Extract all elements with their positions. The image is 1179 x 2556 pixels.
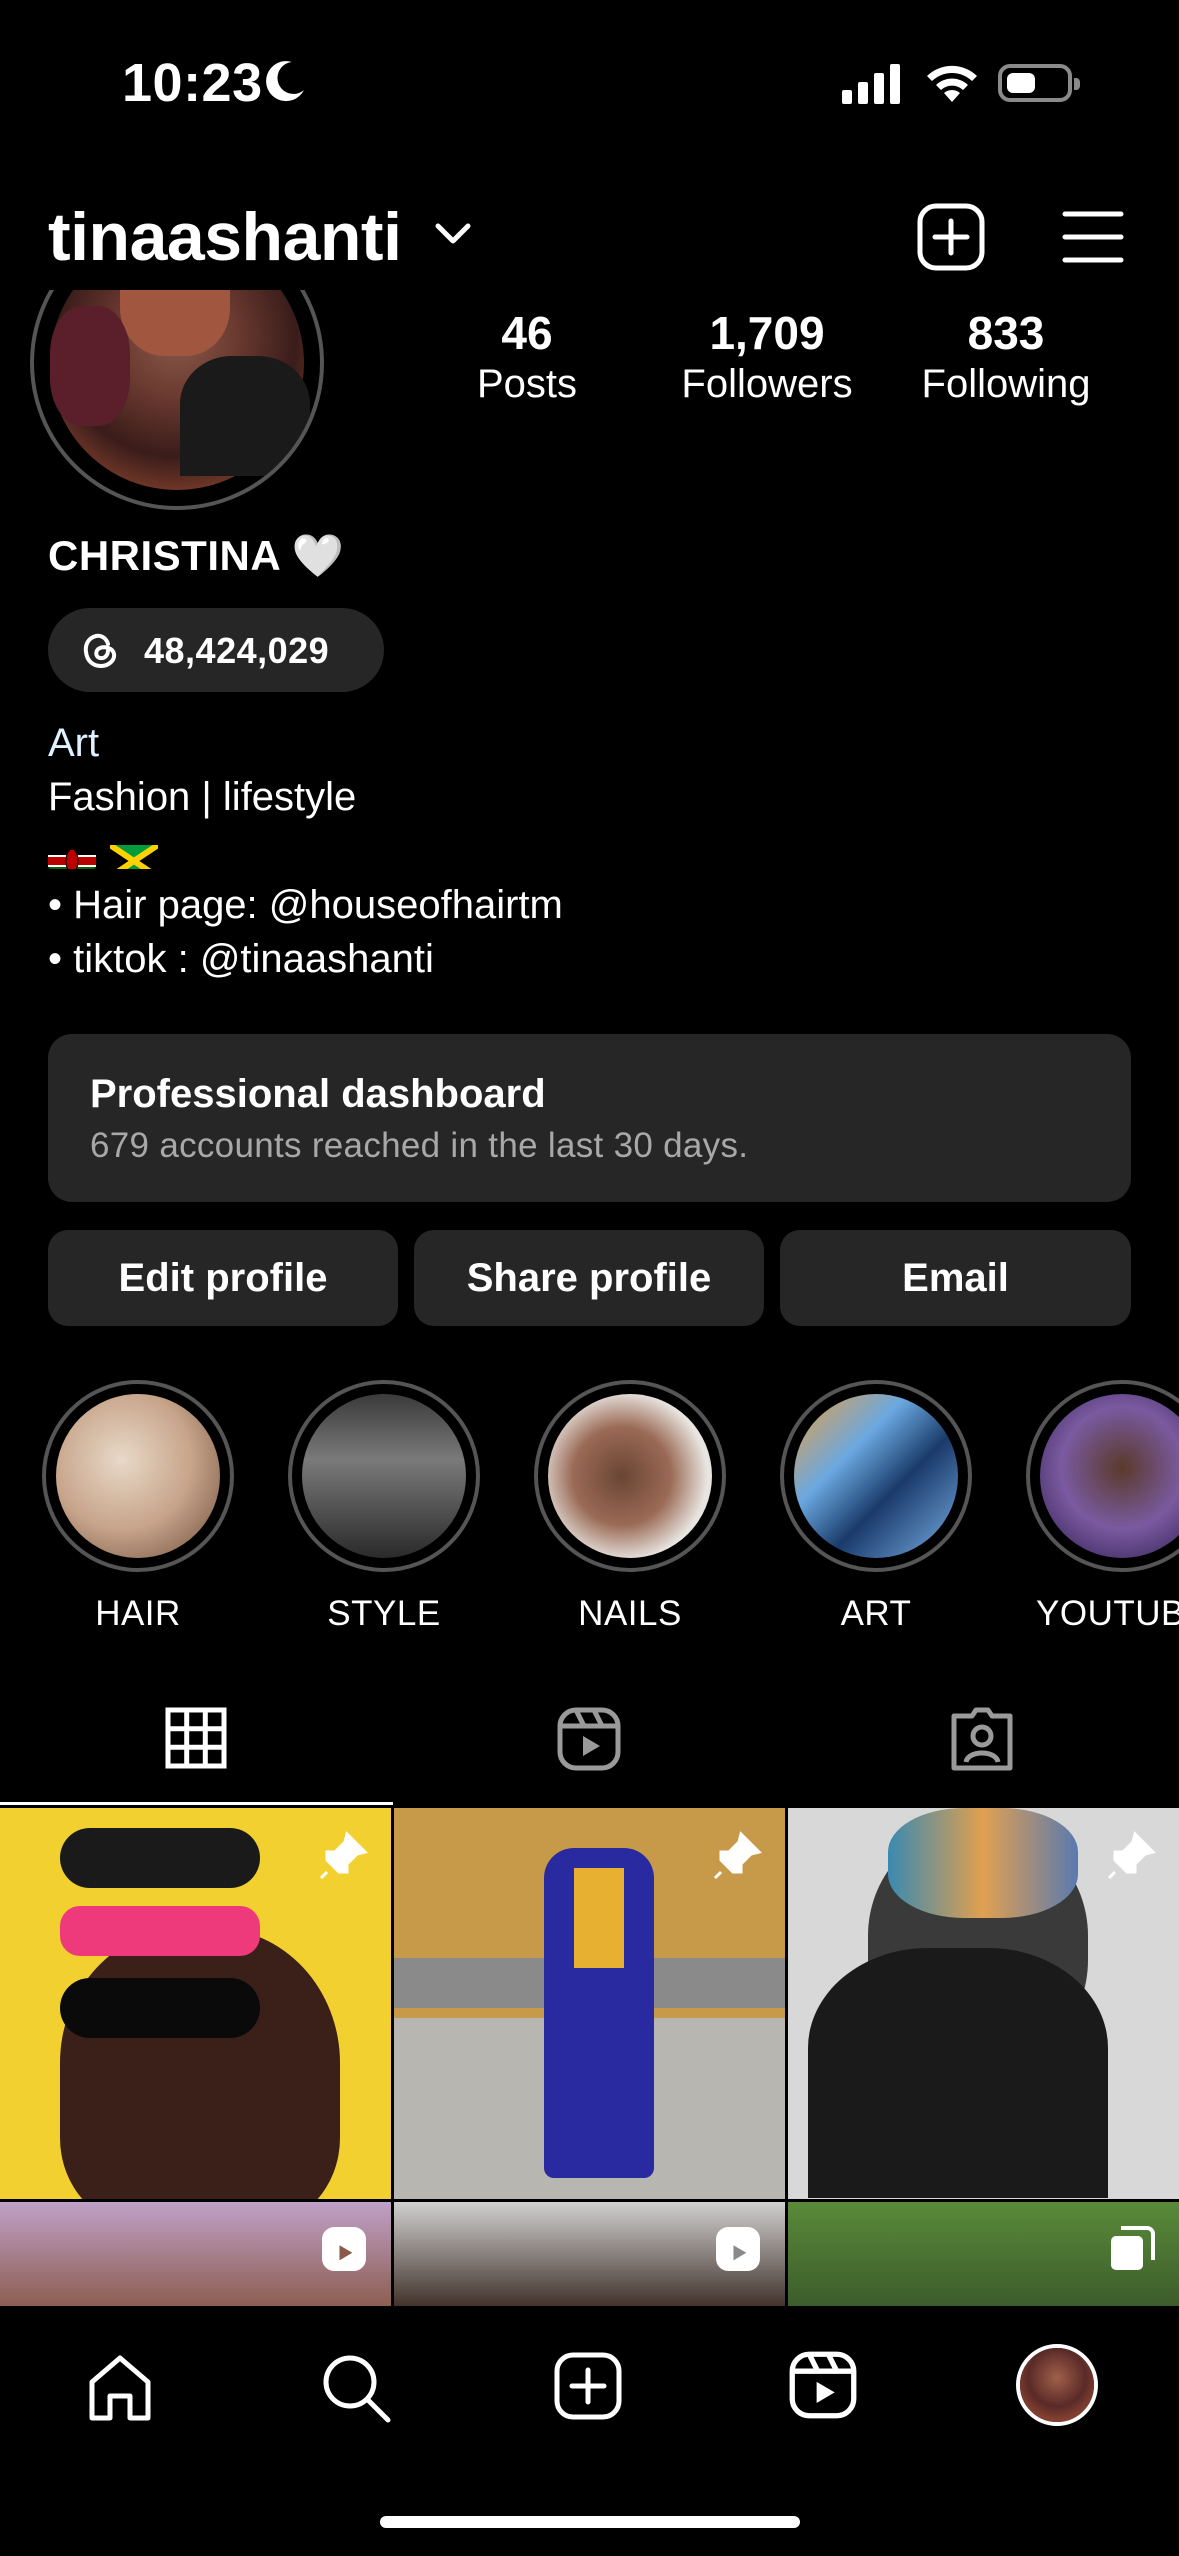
tagged-icon[interactable] bbox=[948, 1706, 1016, 1772]
reels-nav-icon[interactable] bbox=[788, 2350, 858, 2420]
email-button[interactable]: Email bbox=[780, 1230, 1131, 1326]
pin-icon bbox=[319, 1831, 368, 1880]
dashboard-title: Professional dashboard bbox=[90, 1072, 546, 1116]
grid-post[interactable] bbox=[394, 1808, 785, 2199]
followers-stat[interactable]: 1,709 Followers bbox=[664, 306, 870, 407]
cellular-signal-icon bbox=[842, 64, 900, 104]
grid-post[interactable] bbox=[0, 1808, 391, 2199]
profile-avatar[interactable] bbox=[30, 290, 324, 510]
bio-line: Fashion | lifestyle bbox=[48, 775, 357, 819]
profile-tab-avatar[interactable] bbox=[1016, 2344, 1098, 2426]
grid-post[interactable] bbox=[0, 2202, 391, 2312]
pin-icon bbox=[1107, 1831, 1156, 1880]
posts-stat[interactable]: 46 Posts bbox=[466, 306, 588, 407]
carousel-icon bbox=[1111, 2226, 1155, 2270]
highlight-label: ART bbox=[840, 1594, 912, 1633]
highlight-style[interactable]: STYLE bbox=[288, 1380, 480, 1634]
moon-icon bbox=[266, 61, 304, 102]
followers-count: 1,709 bbox=[709, 307, 825, 359]
highlight-label: HAIR bbox=[95, 1594, 181, 1633]
highlight-art[interactable]: ART bbox=[780, 1380, 972, 1634]
posts-label: Posts bbox=[476, 362, 578, 406]
reel-icon bbox=[322, 2227, 366, 2271]
following-label: Following bbox=[921, 362, 1091, 406]
hamburger-menu-icon[interactable] bbox=[1062, 210, 1124, 264]
home-indicator[interactable] bbox=[380, 2516, 800, 2528]
bio: Art Fashion | lifestyle • Hair page: @ho… bbox=[48, 716, 563, 986]
reel-icon bbox=[716, 2227, 760, 2271]
dashboard-subtitle: 679 accounts reached in the last 30 days… bbox=[90, 1126, 749, 1165]
following-stat[interactable]: 833 Following bbox=[904, 306, 1108, 407]
username-switcher[interactable]: tinaashanti bbox=[48, 198, 402, 276]
jamaica-flag-icon bbox=[110, 837, 158, 870]
battery-icon bbox=[998, 64, 1080, 102]
highlight-label: NAILS bbox=[578, 1594, 682, 1633]
active-tab-indicator bbox=[0, 1802, 393, 1805]
search-icon[interactable] bbox=[320, 2352, 392, 2424]
posts-count: 46 bbox=[501, 307, 553, 359]
grid-post[interactable] bbox=[788, 2202, 1179, 2312]
create-icon[interactable] bbox=[552, 2350, 624, 2422]
profile-name: CHRISTINA 🤍 bbox=[48, 532, 345, 579]
grid-post[interactable] bbox=[394, 2202, 785, 2312]
highlight-nails[interactable]: NAILS bbox=[534, 1380, 726, 1634]
reels-icon[interactable] bbox=[556, 1706, 622, 1772]
share-profile-button[interactable]: Share profile bbox=[414, 1230, 764, 1326]
bio-category: Art bbox=[48, 721, 100, 765]
bio-tiktok[interactable]: • tiktok : @tinaashanti bbox=[48, 932, 563, 986]
pin-icon bbox=[713, 1831, 762, 1880]
home-icon[interactable] bbox=[84, 2352, 156, 2424]
highlight-label: STYLE bbox=[327, 1594, 441, 1633]
wifi-icon bbox=[927, 65, 977, 102]
plus-square-icon[interactable] bbox=[916, 202, 986, 272]
bio-flags bbox=[48, 824, 563, 878]
chevron-down-icon[interactable] bbox=[434, 222, 472, 246]
professional-dashboard[interactable]: Professional dashboard 679 accounts reac… bbox=[48, 1034, 1131, 1202]
threads-count: 48,424,029 bbox=[144, 630, 330, 671]
highlight-label: YOUTUBE bbox=[1036, 1594, 1179, 1633]
kenya-flag-icon bbox=[48, 837, 96, 870]
highlight-youtube[interactable]: YOUTUBE bbox=[1026, 1380, 1179, 1634]
grid-post[interactable] bbox=[788, 1808, 1179, 2199]
bio-hair-page[interactable]: • Hair page: @houseofhairtm bbox=[48, 878, 563, 932]
threads-icon bbox=[83, 633, 117, 669]
edit-profile-button[interactable]: Edit profile bbox=[48, 1230, 398, 1326]
grid-icon[interactable] bbox=[164, 1706, 228, 1770]
threads-badge[interactable]: 48,424,029 bbox=[48, 608, 384, 692]
status-time: 10:23 bbox=[122, 53, 263, 113]
highlight-hair[interactable]: HAIR bbox=[42, 1380, 234, 1634]
followers-label: Followers bbox=[681, 362, 853, 406]
following-count: 833 bbox=[967, 307, 1045, 359]
